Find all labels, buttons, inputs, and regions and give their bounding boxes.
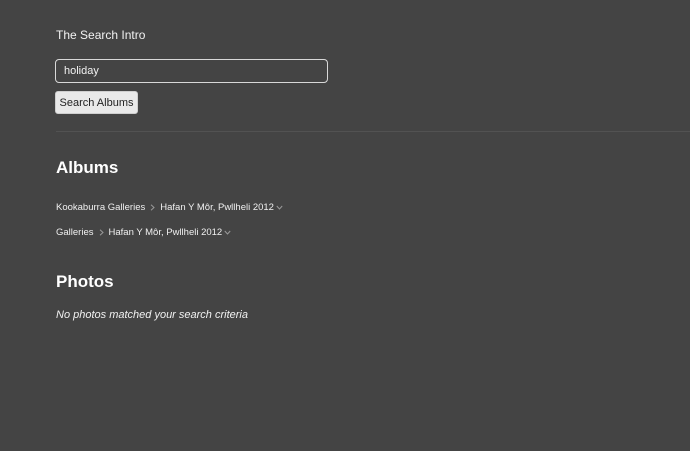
albums-heading: Albums [56, 158, 119, 177]
breadcrumb-album-link[interactable]: Hafan Y Môr, Pwllheli 2012 [109, 227, 223, 238]
photos-heading: Photos [56, 272, 114, 291]
search-albums-button[interactable]: Search Albums [55, 91, 138, 114]
breadcrumb-album-link[interactable]: Hafan Y Môr, Pwllheli 2012 [160, 202, 274, 213]
no-photos-message: No photos matched your search criteria [56, 309, 248, 321]
chevron-right-icon [95, 228, 108, 236]
album-result-row: Galleries Hafan Y Môr, Pwllheli 2012 [56, 225, 231, 239]
section-divider [56, 131, 690, 132]
album-result-row: Kookaburra Galleries Hafan Y Môr, Pwllhe… [56, 200, 283, 214]
chevron-down-icon[interactable] [276, 205, 283, 210]
breadcrumb-parent-link[interactable]: Galleries [56, 227, 94, 238]
search-input[interactable] [55, 59, 328, 83]
search-intro-text: The Search Intro [56, 28, 146, 42]
chevron-right-icon [146, 203, 159, 211]
breadcrumb-parent-link[interactable]: Kookaburra Galleries [56, 202, 145, 213]
chevron-down-icon[interactable] [224, 230, 231, 235]
